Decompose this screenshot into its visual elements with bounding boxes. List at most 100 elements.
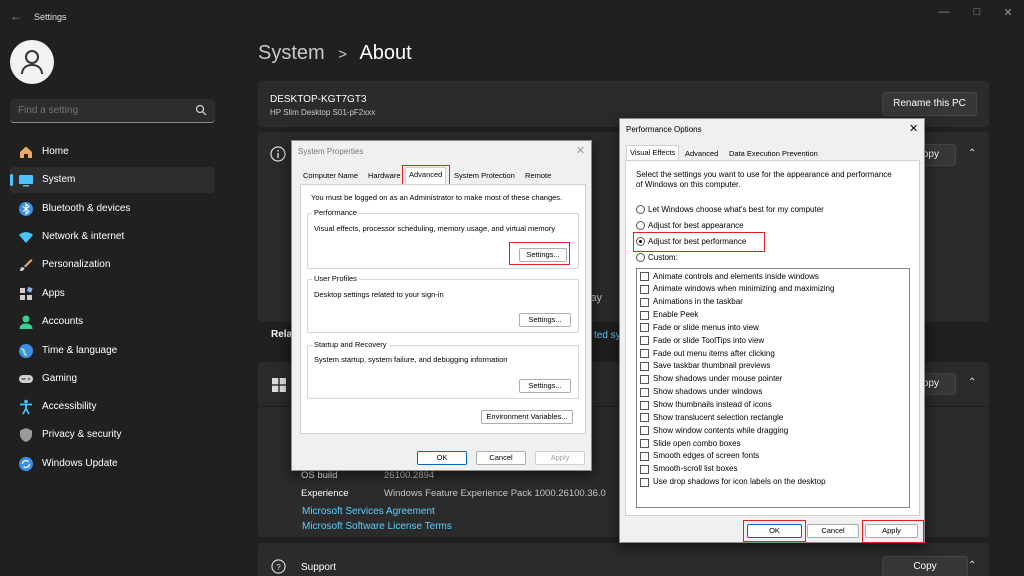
info-icon — [270, 146, 286, 162]
cancel-button[interactable]: Cancel — [807, 524, 859, 538]
support-label: Support — [301, 562, 337, 573]
avatar[interactable] — [10, 40, 54, 84]
effect-checkbox[interactable] — [640, 336, 649, 346]
services-agreement-link[interactable]: Microsoft Services Agreement — [302, 506, 435, 517]
search-input[interactable] — [18, 105, 188, 116]
sidebar-item-label: Accounts — [42, 316, 84, 327]
chevron-up-icon[interactable]: ⌃ — [968, 377, 976, 388]
effect-checkbox[interactable] — [640, 310, 649, 320]
close-icon[interactable]: ✕ — [909, 122, 918, 135]
copy-button[interactable]: Copy — [882, 556, 968, 576]
spec-label: Experience — [301, 488, 349, 499]
sidebar-item-label: Time & language — [42, 345, 118, 356]
chevron-up-icon[interactable]: ⌃ — [968, 148, 976, 159]
minimize-icon[interactable]: — — [934, 6, 954, 20]
sidebar-item-home[interactable]: Home — [10, 139, 215, 165]
effect-checkbox[interactable] — [640, 361, 649, 371]
related-label: Rela — [271, 329, 293, 340]
effect-checkbox[interactable] — [640, 323, 649, 333]
effect-checkbox-label: Enable Peek — [653, 310, 699, 320]
tab-system-protection[interactable]: System Protection — [451, 169, 518, 183]
wifi-icon — [19, 232, 33, 243]
sidebar-item-apps[interactable]: Apps — [10, 281, 215, 307]
effect-checkbox[interactable] — [640, 439, 649, 449]
sidebar-item-label: Network & internet — [42, 231, 125, 242]
sidebar-item-label: Personalization — [42, 259, 111, 270]
effect-checkbox-label: Smooth-scroll list boxes — [653, 464, 738, 474]
effect-checkbox[interactable] — [640, 349, 649, 359]
active-indicator — [10, 174, 13, 186]
effect-checkbox-label: Fade or slide menus into view — [653, 322, 759, 332]
radio-label: Custom: — [648, 253, 678, 262]
app-title: Settings — [34, 12, 67, 22]
sidebar-item-accounts[interactable]: Accounts — [10, 309, 215, 335]
visual-effects-tab-page: Select the settings you want to use for … — [625, 160, 920, 516]
startup-settings-button[interactable]: Settings... — [519, 379, 571, 393]
rename-pc-button[interactable]: Rename this PC — [882, 92, 977, 116]
effect-checkbox-label: Show translucent selection rectangle — [653, 412, 784, 422]
sidebar-item-personalization[interactable]: Personalization — [10, 252, 215, 278]
effects-checklist[interactable]: Animate controls and elements inside win… — [636, 268, 910, 508]
sidebar-item-system[interactable]: System — [10, 167, 215, 193]
highlight-box — [862, 520, 924, 543]
tab-hardware[interactable]: Hardware — [365, 169, 404, 183]
search-box[interactable] — [10, 99, 215, 123]
effect-checkbox[interactable] — [640, 272, 649, 281]
sidebar-item-bluetooth[interactable]: Bluetooth & devices — [10, 196, 215, 222]
effect-checkbox[interactable] — [640, 387, 649, 397]
sidebar-item-time-language[interactable]: Time & language — [10, 338, 215, 364]
effect-checkbox[interactable] — [640, 374, 649, 384]
effect-checkbox-label: Animations in the taskbar — [653, 297, 743, 307]
sidebar-item-gaming[interactable]: Gaming — [10, 366, 215, 392]
sidebar-item-label: Gaming — [42, 373, 78, 384]
license-terms-link[interactable]: Microsoft Software License Terms — [302, 521, 452, 532]
globe-icon — [19, 344, 33, 358]
maximize-icon[interactable]: □ — [967, 6, 987, 20]
effect-checkbox[interactable] — [640, 413, 649, 423]
close-icon[interactable]: ✕ — [576, 144, 585, 157]
tab-remote[interactable]: Remote — [522, 169, 554, 183]
cancel-button[interactable]: Cancel — [476, 451, 526, 465]
tab-visual-effects[interactable]: Visual Effects — [626, 145, 680, 160]
radio-let-windows-choose[interactable] — [636, 205, 645, 214]
effect-checkbox-label: Show shadows under windows — [653, 387, 763, 397]
user-profiles-settings-button[interactable]: Settings... — [519, 313, 571, 327]
update-icon — [19, 457, 33, 471]
radio-custom[interactable] — [636, 253, 645, 262]
tab-computer-name[interactable]: Computer Name — [300, 169, 361, 183]
breadcrumb-system[interactable]: System — [258, 42, 325, 64]
sidebar-item-windows-update[interactable]: Windows Update — [10, 451, 215, 477]
dialog-title: System Properties — [298, 147, 364, 156]
effect-checkbox[interactable] — [640, 297, 649, 307]
environment-variables-button[interactable]: Environment Variables... — [481, 410, 573, 424]
effect-checkbox[interactable] — [640, 400, 649, 410]
effect-checkbox[interactable] — [640, 464, 649, 474]
performance-desc: Visual effects, processor scheduling, me… — [314, 224, 556, 233]
brush-icon — [20, 259, 33, 271]
effect-checkbox[interactable] — [640, 477, 649, 487]
close-icon[interactable]: ✕ — [998, 6, 1018, 20]
effect-checkbox-label: Use drop shadows for icon labels on the … — [653, 477, 826, 487]
sidebar-item-network[interactable]: Network & internet — [10, 224, 215, 250]
ok-button[interactable]: OK — [417, 451, 467, 465]
radio-best-appearance[interactable] — [636, 221, 645, 230]
dialog-title: Performance Options — [626, 125, 702, 134]
effect-checkbox-label: Fade out menu items after clicking — [653, 348, 775, 358]
system-icon — [19, 175, 33, 187]
shield-icon — [20, 428, 32, 442]
effect-checkbox[interactable] — [640, 451, 649, 461]
apply-button[interactable]: Apply — [535, 451, 585, 465]
support-card: ? Support Copy ⌃ — [258, 543, 989, 576]
chevron-up-icon[interactable]: ⌃ — [968, 560, 976, 571]
effect-checkbox[interactable] — [640, 426, 649, 436]
tab-data-execution-prevention[interactable]: Data Execution Prevention — [726, 147, 821, 161]
effect-checkbox[interactable] — [640, 284, 649, 294]
sidebar-item-label: Bluetooth & devices — [42, 203, 131, 214]
sidebar-item-accessibility[interactable]: Accessibility — [10, 394, 215, 420]
tab-advanced[interactable]: Advanced — [682, 147, 721, 161]
radio-label: Adjust for best appearance — [648, 221, 744, 230]
back-arrow-icon[interactable]: ← — [10, 9, 22, 23]
sidebar-item-privacy[interactable]: Privacy & security — [10, 422, 215, 448]
advanced-tab-page: You must be logged on as an Administrato… — [300, 184, 586, 434]
effect-checkbox-label: Show shadows under mouse pointer — [653, 374, 783, 384]
